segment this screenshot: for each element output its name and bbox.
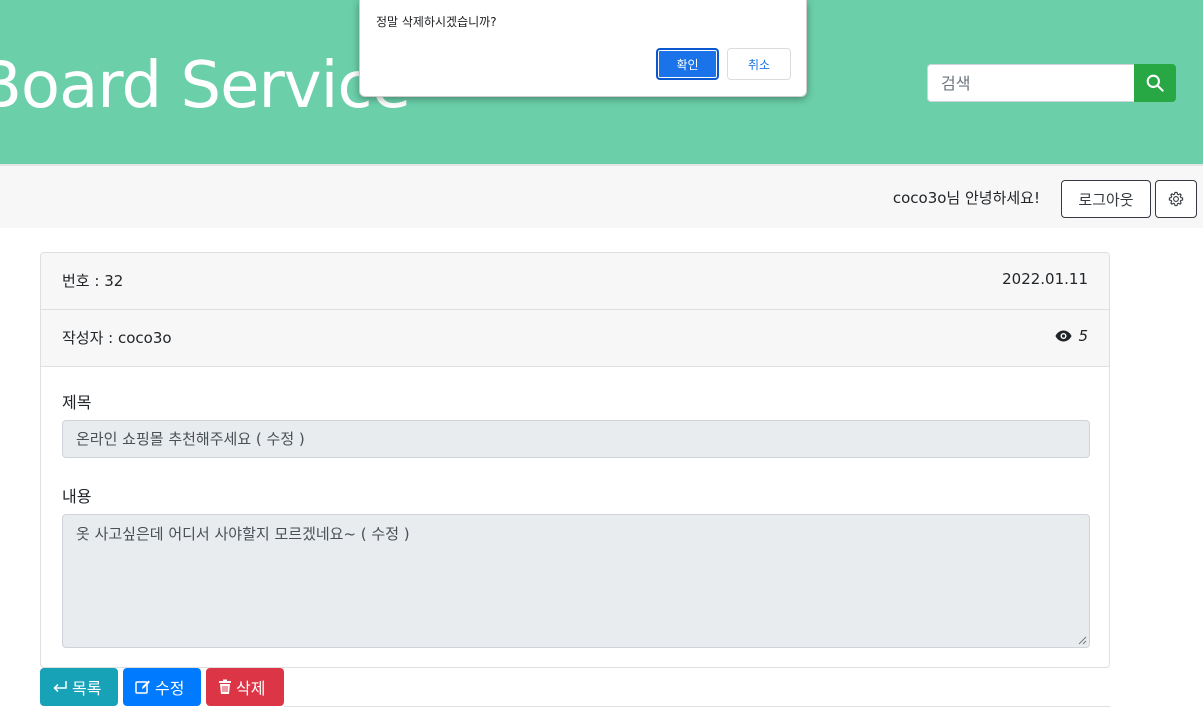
search-input[interactable] [927, 64, 1134, 102]
settings-button[interactable] [1155, 180, 1197, 218]
post-author: 작성자 : coco3o [62, 329, 172, 347]
dialog-message: 정말 삭제하시겠습니까? [376, 15, 497, 29]
dialog-cancel-button[interactable]: 취소 [727, 48, 791, 80]
brand-title[interactable]: Board Service [0, 46, 411, 126]
content-label: 내용 [62, 487, 92, 506]
content-text: 옷 사고싶은데 어디서 사야할지 모르겠네요~ ( 수정 ) [76, 525, 410, 543]
delete-button-label: 삭제 [236, 679, 266, 698]
search-button[interactable] [1134, 64, 1176, 102]
search-form [927, 64, 1176, 102]
search-icon [1146, 74, 1164, 92]
divider [284, 706, 1110, 707]
post-meta-row: 번호 : 32 2022.01.11 [41, 253, 1109, 310]
edit-button[interactable]: 수정 [123, 668, 201, 706]
delete-button[interactable]: 삭제 [206, 668, 284, 706]
view-count: 5 [1055, 327, 1088, 345]
post-card: 번호 : 32 2022.01.11 작성자 : coco3o 5 제목 온라인… [40, 252, 1110, 668]
post-number: 번호 : 32 [62, 272, 124, 290]
title-field[interactable]: 온라인 쇼핑몰 추천해주세요 ( 수정 ) [62, 420, 1090, 458]
list-button-label: 목록 [72, 679, 102, 698]
resize-handle-icon[interactable] [1077, 635, 1087, 645]
gear-icon [1168, 191, 1184, 207]
logout-button[interactable]: 로그아웃 [1061, 180, 1151, 218]
title-label: 제목 [62, 393, 92, 412]
content-field[interactable]: 옷 사고싶은데 어디서 사야할지 모르겠네요~ ( 수정 ) [62, 514, 1090, 648]
edit-icon [135, 680, 150, 694]
edit-button-label: 수정 [155, 679, 185, 698]
post-author-row: 작성자 : coco3o 5 [41, 310, 1109, 367]
user-bar: coco3o님 안녕하세요! 로그아웃 [0, 164, 1203, 228]
greeting-text: coco3o님 안녕하세요! [892, 189, 1040, 207]
action-buttons: 목록 수정 삭제 [40, 668, 284, 706]
dialog-ok-button[interactable]: 확인 [656, 48, 719, 80]
post-date: 2022.01.11 [1002, 270, 1088, 288]
view-count-value: 5 [1078, 327, 1088, 345]
trash-icon [219, 679, 231, 694]
eye-icon [1055, 330, 1072, 342]
list-button[interactable]: 목록 [40, 668, 118, 706]
return-arrow-icon [53, 681, 67, 693]
confirm-dialog: 정말 삭제하시겠습니까? 확인 취소 [359, 0, 807, 97]
